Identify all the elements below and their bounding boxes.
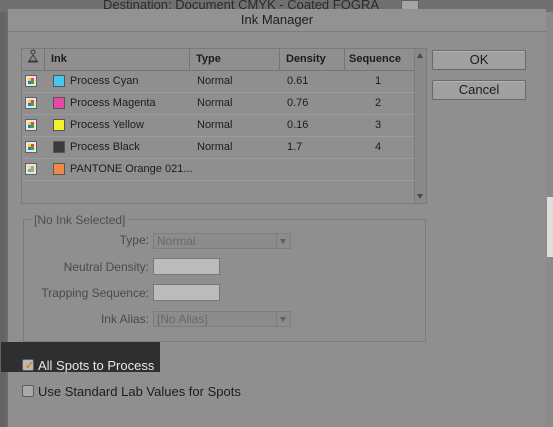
ink-details-group: [No Ink Selected] Type: Normal Neutral D… <box>23 213 426 342</box>
ok-button[interactable]: OK <box>432 50 526 70</box>
process-ink-icon[interactable] <box>25 75 37 87</box>
ink-alias-label: Ink Alias: <box>100 312 149 326</box>
trapping-sequence-label: Trapping Sequence: <box>41 286 149 300</box>
neutral-density-label: Neutral Density: <box>63 260 149 274</box>
column-header-sequence[interactable]: Sequence <box>349 49 401 70</box>
ink-name: Process Yellow <box>70 119 144 131</box>
ink-alias-dropdown[interactable]: [No Alias] <box>153 311 291 327</box>
ink-name: Process Black <box>70 141 140 153</box>
spot-to-process-icon[interactable] <box>25 163 37 175</box>
ink-print-icon[interactable] <box>27 49 39 70</box>
chevron-down-icon <box>280 239 286 244</box>
ink-density: 0.16 <box>287 119 309 131</box>
table-row[interactable]: Process Black Normal 1.7 4 <box>22 137 414 159</box>
group-title: [No Ink Selected] <box>31 213 129 227</box>
use-standard-lab-checkbox[interactable] <box>22 385 34 397</box>
ink-swatch <box>53 75 65 87</box>
all-spots-to-process-checkbox[interactable]: ✓ <box>22 359 35 372</box>
column-header-density[interactable]: Density <box>286 49 326 70</box>
table-row[interactable]: Process Magenta Normal 0.76 2 <box>22 93 414 115</box>
ink-sequence: 4 <box>375 141 382 153</box>
column-header-type[interactable]: Type <box>196 49 221 70</box>
ink-swatch <box>53 141 65 153</box>
all-spots-to-process-label[interactable]: All Spots to Process <box>38 358 154 373</box>
table-header: Ink Type Density Sequence <box>22 49 414 71</box>
type-dropdown[interactable]: Normal <box>153 233 291 249</box>
table-scrollbar[interactable] <box>414 49 426 203</box>
cancel-button[interactable]: Cancel <box>432 80 526 100</box>
ink-name: PANTONE Orange 021... <box>70 163 193 175</box>
ink-density: 1.7 <box>287 141 303 153</box>
ink-sequence: 1 <box>375 75 382 87</box>
use-standard-lab-label[interactable]: Use Standard Lab Values for Spots <box>38 384 241 399</box>
ink-swatch <box>53 97 65 109</box>
table-row[interactable]: Process Yellow Normal 0.16 3 <box>22 115 414 137</box>
ink-density: 0.76 <box>287 97 309 109</box>
process-ink-icon[interactable] <box>25 119 37 131</box>
type-value: Normal <box>157 234 196 248</box>
dialog-title: Ink Manager <box>8 9 546 32</box>
ink-sequence: 2 <box>375 97 382 109</box>
process-ink-icon[interactable] <box>25 141 37 153</box>
ink-swatch <box>53 119 65 131</box>
ink-type: Normal <box>197 119 233 131</box>
ink-density: 0.61 <box>287 75 309 87</box>
ink-type: Normal <box>197 141 233 153</box>
ink-swatch <box>53 163 65 175</box>
background-right-panel <box>545 12 553 427</box>
table-row[interactable]: PANTONE Orange 021... <box>22 159 414 181</box>
ink-alias-value: [No Alias] <box>157 312 208 326</box>
ink-type: Normal <box>197 75 233 87</box>
ink-sequence: 3 <box>375 119 382 131</box>
column-header-ink[interactable]: Ink <box>51 49 67 70</box>
type-label: Type: <box>119 233 149 247</box>
checkmark-icon: ✓ <box>25 360 35 372</box>
chevron-down-icon <box>280 317 286 322</box>
ink-type: Normal <box>197 97 233 109</box>
ink-name: Process Cyan <box>70 75 139 87</box>
neutral-density-field[interactable] <box>153 258 220 275</box>
scroll-down-icon[interactable] <box>417 194 423 199</box>
ink-name: Process Magenta <box>70 97 156 109</box>
table-row[interactable]: Process Cyan Normal 0.61 1 <box>22 71 414 93</box>
ink-table: Ink Type Density Sequence Process Cyan N… <box>21 48 427 204</box>
trapping-sequence-field[interactable] <box>153 284 220 301</box>
process-ink-icon[interactable] <box>25 97 37 109</box>
scroll-up-icon[interactable] <box>417 53 423 58</box>
